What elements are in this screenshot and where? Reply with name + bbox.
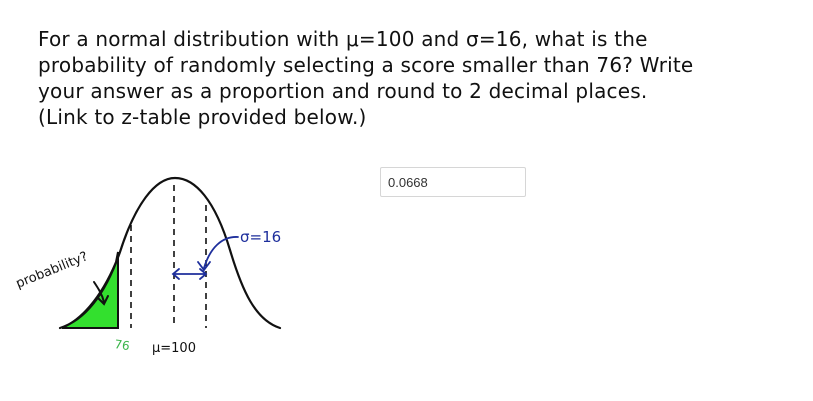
normal-curve-figure: 76 μ=100 σ=16 probability? (14, 176, 282, 356)
mean-label: μ=100 (152, 341, 196, 356)
sigma-label: σ=16 (240, 228, 281, 246)
answer-input[interactable] (380, 167, 526, 197)
question-line: probability of randomly selecting a scor… (38, 53, 694, 77)
probability-label: probability? (14, 249, 90, 291)
sigma-double-arrow (171, 268, 208, 280)
question-line: your answer as a proportion and round to… (38, 79, 648, 103)
question-line: For a normal distribution with μ=100 and… (38, 27, 648, 51)
question-line: (Link to z-table provided below.) (38, 105, 367, 129)
question-page: For a normal distribution with μ=100 and… (0, 0, 813, 401)
bell-curve (58, 176, 282, 330)
question-text: For a normal distribution with μ=100 and… (38, 26, 798, 130)
score-label: 76 (114, 337, 131, 353)
